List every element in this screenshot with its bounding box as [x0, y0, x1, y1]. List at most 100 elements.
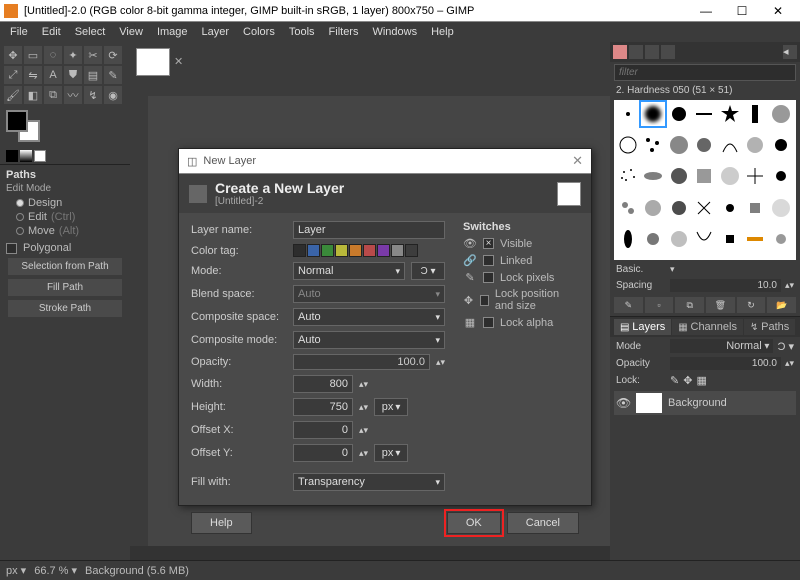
menu-image[interactable]: Image: [151, 24, 194, 40]
offx-input[interactable]: [293, 421, 353, 439]
mini-brush[interactable]: [6, 150, 18, 162]
tab-patterns[interactable]: [629, 45, 643, 59]
polygonal-checkbox[interactable]: Polygonal: [6, 242, 124, 254]
switch-checkbox[interactable]: [480, 295, 489, 306]
tool-rotate[interactable]: ⟳: [104, 46, 122, 64]
mini-pattern[interactable]: [20, 150, 32, 162]
menu-windows[interactable]: Windows: [366, 24, 423, 40]
color-tag-0[interactable]: [293, 244, 306, 257]
switch-lock-position-and-size[interactable]: ✥Lock position and size: [463, 288, 579, 312]
foreground-color[interactable]: [6, 110, 28, 132]
color-tag-4[interactable]: [349, 244, 362, 257]
radio-move[interactable]: Move (Alt): [6, 224, 124, 238]
switch-visible[interactable]: 👁Visible: [463, 237, 579, 250]
layer-opacity-value[interactable]: 100.0: [670, 357, 781, 370]
brush-dup-icon[interactable]: ⧉: [675, 297, 704, 313]
opacity-slider[interactable]: 100.0: [293, 354, 430, 370]
tab-menu-icon[interactable]: ◂: [783, 45, 797, 59]
layer-row[interactable]: 👁 Background: [614, 391, 796, 415]
tool-smudge[interactable]: 〰: [64, 86, 82, 104]
help-button[interactable]: Help: [191, 512, 252, 534]
tool-rect-select[interactable]: ▭: [24, 46, 42, 64]
mini-gradient[interactable]: [34, 150, 46, 162]
brush-open-icon[interactable]: 📂: [767, 297, 796, 313]
color-tag-picker[interactable]: [293, 244, 418, 257]
tool-free-select[interactable]: ◌: [44, 46, 62, 64]
tool-pencil[interactable]: ✎: [104, 66, 122, 84]
ok-button[interactable]: OK: [447, 512, 501, 534]
tool-color-picker[interactable]: ◉: [104, 86, 122, 104]
selection-from-path-button[interactable]: Selection from Path: [8, 258, 122, 275]
tool-crop[interactable]: ✂: [84, 46, 102, 64]
tool-brush[interactable]: 🖌: [4, 86, 22, 104]
switch-linked[interactable]: 🔗Linked: [463, 254, 579, 267]
color-tag-6[interactable]: [377, 244, 390, 257]
width-input[interactable]: [293, 375, 353, 393]
color-tag-7[interactable]: [391, 244, 404, 257]
menu-colors[interactable]: Colors: [237, 24, 281, 40]
comp-space-select[interactable]: Auto▾: [293, 308, 445, 326]
spacing-value[interactable]: 10.0: [670, 279, 781, 292]
color-tag-3[interactable]: [335, 244, 348, 257]
tool-bucket[interactable]: ⛊: [64, 66, 82, 84]
close-button[interactable]: ✕: [760, 1, 796, 21]
lock-alpha-icon[interactable]: ▦: [696, 374, 706, 387]
brush-edit-icon[interactable]: ✎: [614, 297, 643, 313]
color-tag-8[interactable]: [405, 244, 418, 257]
tab-channels[interactable]: ▦ Channels: [672, 319, 743, 335]
layer-mode-select[interactable]: Normal ▾: [670, 339, 773, 353]
tool-fuzzy-select[interactable]: ✦: [64, 46, 82, 64]
canvas-scroll-h[interactable]: [130, 546, 610, 560]
tab-fonts[interactable]: [645, 45, 659, 59]
brush-refresh-icon[interactable]: ↻: [737, 297, 766, 313]
lock-pos-icon[interactable]: ✥: [683, 374, 692, 387]
brush-grid[interactable]: [614, 100, 796, 260]
close-doc-icon[interactable]: ✕: [174, 55, 188, 69]
dialog-close-icon[interactable]: ✕: [572, 153, 583, 169]
tab-history[interactable]: [661, 45, 675, 59]
tool-path[interactable]: ↯: [84, 86, 102, 104]
tool-move[interactable]: ✥: [4, 46, 22, 64]
maximize-button[interactable]: ☐: [724, 1, 760, 21]
tool-text[interactable]: A: [44, 66, 62, 84]
mode-extra[interactable]: Ɔ ▾: [411, 262, 445, 280]
brush-del-icon[interactable]: 🗑: [706, 297, 735, 313]
tool-scale[interactable]: ⤢: [4, 66, 22, 84]
radio-edit[interactable]: Edit (Ctrl): [6, 210, 124, 224]
brush-filter-input[interactable]: [614, 64, 796, 81]
tool-clone[interactable]: ⧉: [44, 86, 62, 104]
menu-layer[interactable]: Layer: [196, 24, 236, 40]
menu-select[interactable]: Select: [69, 24, 112, 40]
cancel-button[interactable]: Cancel: [507, 512, 579, 534]
tab-layers[interactable]: ▤ Layers: [614, 319, 671, 335]
menu-edit[interactable]: Edit: [36, 24, 67, 40]
switch-checkbox[interactable]: [483, 272, 494, 283]
comp-mode-select[interactable]: Auto▾: [293, 331, 445, 349]
status-zoom[interactable]: 66.7 % ▾: [34, 564, 77, 577]
height-input[interactable]: [293, 398, 353, 416]
tab-brushes[interactable]: [613, 45, 627, 59]
minimize-button[interactable]: —: [688, 1, 724, 21]
menu-file[interactable]: File: [4, 24, 34, 40]
radio-design[interactable]: Design: [6, 196, 124, 210]
fill-path-button[interactable]: Fill Path: [8, 279, 122, 296]
switch-lock-pixels[interactable]: ✎Lock pixels: [463, 271, 579, 284]
status-unit[interactable]: px ▾: [6, 564, 26, 577]
layer-name-input[interactable]: [293, 221, 445, 239]
switch-lock-alpha[interactable]: ▦Lock alpha: [463, 316, 579, 329]
basic-dropdown[interactable]: ▾: [670, 264, 675, 275]
tool-flip[interactable]: ⇋: [24, 66, 42, 84]
menu-view[interactable]: View: [113, 24, 149, 40]
visibility-icon[interactable]: 👁: [616, 396, 630, 410]
size-unit[interactable]: px ▾: [374, 398, 408, 416]
color-tag-5[interactable]: [363, 244, 376, 257]
dialog-titlebar[interactable]: ◫ New Layer ✕: [179, 149, 591, 174]
lock-pixels-icon[interactable]: ✎: [670, 374, 679, 387]
tool-eraser[interactable]: ◧: [24, 86, 42, 104]
switch-checkbox[interactable]: [483, 317, 494, 328]
offset-unit[interactable]: px ▾: [374, 444, 408, 462]
offy-input[interactable]: [293, 444, 353, 462]
color-tag-2[interactable]: [321, 244, 334, 257]
tool-gradient[interactable]: ▤: [84, 66, 102, 84]
menu-tools[interactable]: Tools: [283, 24, 321, 40]
